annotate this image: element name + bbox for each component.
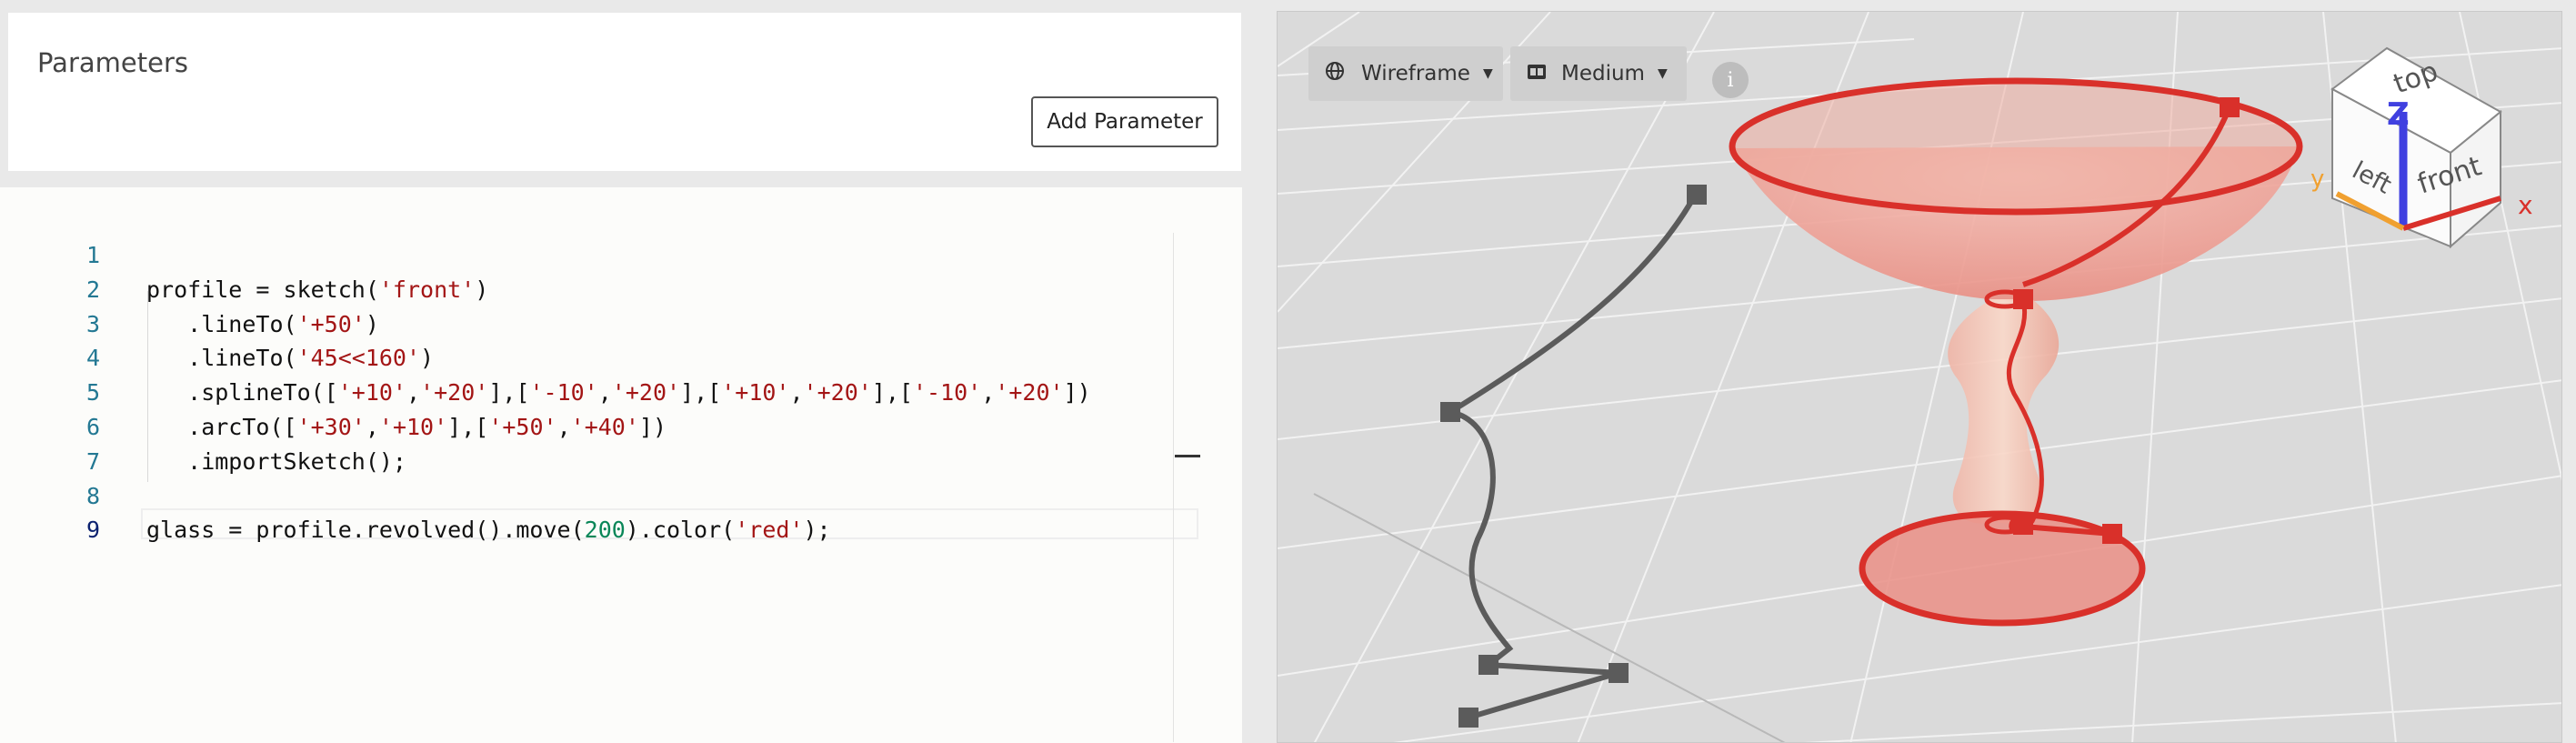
code-line[interactable]: 4 .lineTo('45<<160') [0,341,1200,376]
line-number: 6 [85,414,100,440]
parameters-title: Parameters [37,47,188,78]
view-cube-z-label: Z [2387,96,2410,133]
code-token: '+40' [570,414,639,440]
code-token: 'red' [735,517,804,544]
code-line[interactable]: 7 .importSketch(); [0,445,1200,479]
line-number: 2 [85,276,100,303]
code-line[interactable]: 8 [0,479,1200,514]
code-token: .importSketch(); [146,447,406,475]
code-editor[interactable]: 1 2 profile = sketch('front') 3 .lineTo('+5… [0,187,1242,743]
code-token: ) [420,345,435,372]
sketch-vertices[interactable] [1440,185,1707,728]
code-token: ).color( [625,517,736,544]
line-number: 3 [85,310,100,337]
chevron-down-icon: ▼ [1657,66,1668,81]
code-line[interactable]: 2 profile = sketch('front') [0,273,1200,307]
code-text[interactable]: .arcTo(['+30','+10'],['+50','+40']) [146,410,667,445]
code-token: '+50' [296,310,366,337]
code-token: , [789,379,804,407]
code-text[interactable]: .lineTo('+50') [146,307,379,342]
code-token: '+20' [995,379,1064,407]
code-token: ); [803,517,831,544]
code-line[interactable]: 6 .arcTo(['+30','+10'],['+50','+40']) [0,410,1200,445]
code-token: ],[ [447,414,489,440]
hd-icon [1527,62,1547,85]
code-token: , [556,414,571,440]
code-token: '+20' [611,379,681,407]
quality-dropdown[interactable]: Medium ▼ [1510,46,1687,101]
code-token: '+10' [721,379,790,407]
line-number: 4 [85,345,100,372]
code-text[interactable]: .lineTo('45<<160') [146,341,434,376]
add-parameter-button[interactable]: Add Parameter [1031,96,1218,147]
code-line[interactable]: 1 [0,238,1200,273]
code-token: , [597,379,612,407]
code-token: ],[ [680,379,722,407]
code-token: profile = sketch( [146,276,379,303]
parameters-panel: Parameters Add Parameter [8,13,1241,171]
code-text[interactable]: .importSketch(); [146,445,406,479]
code-token: '+30' [296,414,366,440]
view-cube-x-label: x [2518,190,2533,220]
globe-icon [1325,61,1345,86]
code-line[interactable]: 5 .splineTo(['+10','+20'],['-10','+20'],… [0,376,1200,410]
glass-model[interactable] [1729,77,2303,627]
code-token: , [981,379,996,407]
line-number: 8 [85,482,100,509]
code-text[interactable]: .splineTo(['+10','+20'],['-10','+20'],['… [146,376,1091,410]
scrollbar-cursor-marker [1175,455,1200,457]
code-token: '+50' [488,414,557,440]
3d-viewer[interactable]: top left front Z x y Wireframe ▼ Medium … [1277,11,2562,743]
code-token: ],[ [871,379,913,407]
code-token: '+10' [337,379,406,407]
render-mode-label: Wireframe [1361,62,1470,85]
code-token: '+20' [420,379,489,407]
code-token: 'front' [378,276,476,303]
panel-divider[interactable] [1242,0,1277,743]
editor-scrollbar[interactable] [1173,233,1201,742]
render-mode-dropdown[interactable]: Wireframe ▼ [1308,46,1503,101]
line-number: 1 [85,242,100,268]
code-token: 200 [584,517,626,544]
code-line[interactable]: 3 .lineTo('+50') [0,307,1200,342]
code-token: glass = profile.revolved().move( [146,517,585,544]
code-token: '+10' [378,414,448,440]
sketch-profile[interactable] [1448,192,1699,720]
code-token: ) [475,276,489,303]
line-number: 5 [85,379,100,407]
code-token: ]) [1063,379,1091,407]
line-number: 9 [85,517,100,544]
code-token: , [365,414,379,440]
code-token: ]) [638,414,667,440]
code-line[interactable]: 9 glass = profile.revolved().move(200).co… [0,513,1200,547]
viewport-canvas[interactable]: top left front Z x y [1278,12,2562,743]
code-token: '+20' [803,379,872,407]
code-token: .lineTo( [146,310,297,337]
view-cube-y-label: y [2310,166,2324,193]
quality-label: Medium [1561,62,1645,85]
chevron-down-icon: ▼ [1482,66,1493,81]
line-number: 7 [85,447,100,475]
code-token: .splineTo([ [146,379,338,407]
code-text[interactable]: glass = profile.revolved().move(200).col… [146,513,831,547]
code-token: '-10' [529,379,598,407]
code-token: , [406,379,421,407]
code-token: '45<<160' [296,345,421,372]
code-token: '-10' [912,379,982,407]
grid-boundary [1313,493,1786,742]
info-button[interactable]: i [1712,62,1749,98]
code-token: .arcTo([ [146,414,297,440]
code-token: .lineTo( [146,345,297,372]
code-text[interactable]: profile = sketch('front') [146,273,488,307]
code-token: ) [365,310,379,337]
code-token: ],[ [488,379,530,407]
